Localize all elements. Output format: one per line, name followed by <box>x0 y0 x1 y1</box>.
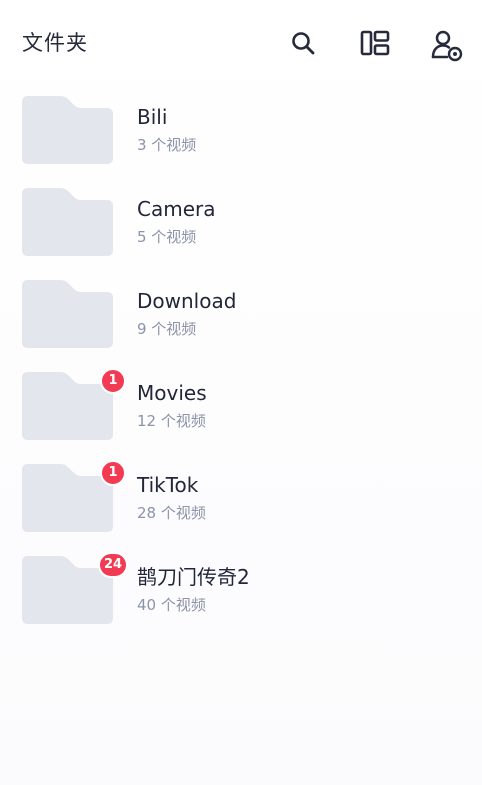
folder-item-camera[interactable]: Camera 5 个视频 <box>0 188 482 258</box>
folder-name: TikTok <box>137 473 199 497</box>
top-bar: 文件夹 <box>0 0 482 86</box>
user-settings-button[interactable] <box>429 27 465 63</box>
user-settings-icon <box>431 30 463 62</box>
folder-item-bili[interactable]: Bili 3 个视频 <box>0 96 482 166</box>
folder-name: Bili <box>137 105 168 129</box>
new-video-badge: 1 <box>100 368 126 394</box>
folder-video-count: 12 个视频 <box>137 412 206 430</box>
folder-name: Movies <box>137 381 207 405</box>
search-button[interactable] <box>287 27 319 59</box>
search-icon <box>292 32 315 55</box>
folder-name: Camera <box>137 197 216 221</box>
folder-video-count: 28 个视频 <box>137 504 206 522</box>
layout-icon <box>360 30 390 56</box>
folder-name: 鹊刀门传奇2 <box>137 565 250 589</box>
layout-toggle-button[interactable] <box>358 27 392 59</box>
folder-video-count: 5 个视频 <box>137 228 197 246</box>
folder-video-count: 40 个视频 <box>137 596 206 614</box>
page-title: 文件夹 <box>22 31 88 55</box>
folder-item-download[interactable]: Download 9 个视频 <box>0 280 482 350</box>
folder-icon <box>22 280 113 348</box>
folder-name: Download <box>137 289 237 313</box>
new-video-badge: 24 <box>98 552 129 578</box>
folder-icon <box>22 96 113 164</box>
folder-video-count: 3 个视频 <box>137 136 197 154</box>
folder-item-movies[interactable]: 1 Movies 12 个视频 <box>0 368 482 442</box>
folder-item-tiktok[interactable]: 1 TikTok 28 个视频 <box>0 460 482 534</box>
folder-item-queda[interactable]: 24 鹊刀门传奇2 40 个视频 <box>0 552 482 626</box>
folder-video-count: 9 个视频 <box>137 320 197 338</box>
new-video-badge: 1 <box>100 460 126 486</box>
folder-icon <box>22 188 113 256</box>
